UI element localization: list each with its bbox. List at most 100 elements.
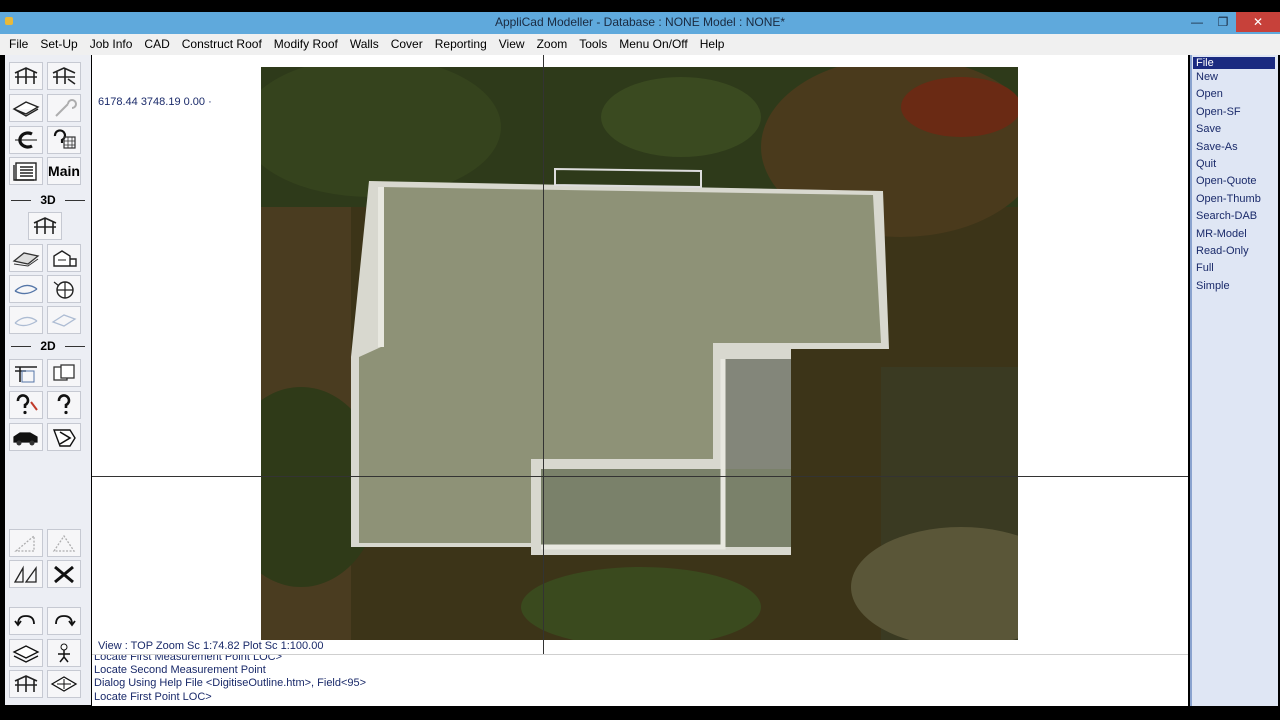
menu-file[interactable]: File bbox=[0, 34, 34, 55]
wrench-tool-button[interactable] bbox=[47, 94, 81, 122]
menu-tools[interactable]: Tools bbox=[573, 34, 613, 55]
question-icon bbox=[16, 394, 38, 415]
window-title: AppliCad Modeller - Database : NONE Mode… bbox=[494, 15, 786, 29]
document-lines-icon bbox=[13, 162, 37, 181]
main-menu-button[interactable]: Main bbox=[47, 157, 81, 185]
drawing-canvas[interactable]: 6178.44 3748.19 0.00 · View : TOP Zoom S… bbox=[92, 55, 1188, 654]
wrench-icon bbox=[55, 99, 77, 117]
command-log-line: Locate First Measurement Point LOC> bbox=[94, 654, 282, 663]
window-controls: — ❐ ✕ bbox=[1184, 12, 1280, 34]
3d-rotate-tool-button[interactable] bbox=[9, 275, 43, 303]
2d-copy-tool-button[interactable] bbox=[47, 359, 81, 387]
side-menu-read-only[interactable]: Read-Only bbox=[1192, 243, 1278, 260]
3d-frame-tool-button[interactable] bbox=[28, 212, 62, 240]
dim-tool-button-4[interactable] bbox=[47, 560, 81, 588]
2d-car-tool-button[interactable] bbox=[9, 423, 43, 451]
side-menu-save[interactable]: Save bbox=[1192, 121, 1278, 138]
menu-setup[interactable]: Set-Up bbox=[34, 34, 83, 55]
2d-frame-tool-button[interactable] bbox=[9, 359, 43, 387]
crosshair-horizontal bbox=[92, 476, 1188, 477]
menu-view[interactable]: View bbox=[493, 34, 531, 55]
side-menu-save-as[interactable]: Save-As bbox=[1192, 139, 1278, 156]
redo-button[interactable] bbox=[47, 607, 81, 635]
aerial-roof-photo bbox=[261, 67, 1018, 640]
dim-tool-button-3[interactable] bbox=[9, 560, 43, 588]
side-menu-new[interactable]: New bbox=[1192, 69, 1278, 86]
roof-edit-icon bbox=[52, 67, 76, 85]
roof-frame-tool-button[interactable] bbox=[9, 62, 43, 90]
plane-tool-button[interactable] bbox=[9, 94, 43, 122]
section-2d-label: 2D bbox=[9, 339, 87, 353]
dim-tool-button-1[interactable] bbox=[9, 529, 43, 557]
3d-plane-icon bbox=[12, 252, 40, 267]
side-menu-mr-model[interactable]: MR-Model bbox=[1192, 226, 1278, 243]
menu-zoom[interactable]: Zoom bbox=[531, 34, 574, 55]
dimension-icon bbox=[14, 534, 35, 552]
menu-on-off[interactable]: Menu On/Off bbox=[613, 34, 693, 55]
aerial-roof-image bbox=[261, 67, 1018, 640]
menu-cover[interactable]: Cover bbox=[385, 34, 429, 55]
roof-frame-icon bbox=[14, 67, 38, 84]
command-log-line: Locate First Point LOC> bbox=[94, 690, 212, 703]
redo-icon bbox=[55, 615, 76, 627]
cross-tool-icon bbox=[54, 565, 74, 584]
dim-tool-button-2[interactable] bbox=[47, 529, 81, 557]
3d-frame-icon bbox=[33, 217, 57, 234]
3d-curve-icon bbox=[14, 316, 38, 327]
side-menu-file[interactable]: File bbox=[1193, 57, 1275, 69]
side-menu: File New Open Open-SF Save Save-As Quit … bbox=[1190, 55, 1278, 706]
command-log-line: Locate Second Measurement Point bbox=[94, 664, 266, 677]
undo-button[interactable] bbox=[9, 607, 43, 635]
side-menu-full[interactable]: Full bbox=[1192, 260, 1278, 277]
figure-tool-button[interactable] bbox=[47, 639, 81, 667]
command-log-line: Dialog Using Help File <DigitiseOutline.… bbox=[94, 677, 367, 690]
side-menu-simple[interactable]: Simple bbox=[1192, 278, 1278, 295]
layer-tool-button[interactable] bbox=[9, 639, 43, 667]
minimize-button[interactable]: — bbox=[1184, 12, 1210, 32]
menu-bar: File Set-Up Job Info CAD Construct Roof … bbox=[0, 34, 1280, 55]
roof-view-tool-button[interactable] bbox=[47, 670, 81, 698]
cover-tool-button[interactable] bbox=[9, 126, 43, 154]
title-bar: AppliCad Modeller - Database : NONE Mode… bbox=[0, 12, 1280, 34]
2d-flag-tool-button[interactable] bbox=[47, 423, 81, 451]
side-menu-open[interactable]: Open bbox=[1192, 86, 1278, 103]
side-menu-open-thumb[interactable]: Open-Thumb bbox=[1192, 191, 1278, 208]
dimension-icon-2 bbox=[52, 534, 76, 552]
2d-help-tool-button[interactable] bbox=[47, 391, 81, 419]
close-button[interactable]: ✕ bbox=[1236, 12, 1280, 32]
menu-cad[interactable]: CAD bbox=[138, 34, 175, 55]
flag-icon bbox=[52, 429, 76, 447]
help-hint-tool-button[interactable] bbox=[47, 126, 81, 154]
3d-surface-tool-button[interactable] bbox=[47, 306, 81, 334]
3d-building-tool-button[interactable] bbox=[47, 244, 81, 272]
side-menu-open-sf[interactable]: Open-SF bbox=[1192, 104, 1278, 121]
3d-surface-icon bbox=[51, 314, 77, 327]
2d-query-tool-button[interactable] bbox=[9, 391, 43, 419]
menu-modify-roof[interactable]: Modify Roof bbox=[268, 34, 344, 55]
main-button-label: Main bbox=[48, 163, 80, 179]
side-menu-quit[interactable]: Quit bbox=[1192, 156, 1278, 173]
3d-plane-tool-button[interactable] bbox=[9, 244, 43, 272]
triangles-icon bbox=[13, 565, 37, 583]
menu-walls[interactable]: Walls bbox=[344, 34, 385, 55]
menu-construct-roof[interactable]: Construct Roof bbox=[176, 34, 268, 55]
roof-edit-tool-button[interactable] bbox=[47, 62, 81, 90]
section-3d-label: 3D bbox=[9, 193, 87, 207]
undo-icon bbox=[14, 615, 35, 627]
crosshair-vertical bbox=[543, 55, 544, 654]
side-menu-search-dab[interactable]: Search-DAB bbox=[1192, 208, 1278, 225]
3d-orbit-tool-button[interactable] bbox=[47, 275, 81, 303]
2d-frame-icon bbox=[15, 366, 37, 383]
screen-bottom-edge bbox=[0, 706, 1280, 720]
3d-curve-tool-button[interactable] bbox=[9, 306, 43, 334]
command-log: Locate First Measurement Point LOC> Loca… bbox=[92, 654, 1188, 707]
question-pattern-icon bbox=[53, 129, 76, 149]
roof-frame-tool-button-2[interactable] bbox=[9, 670, 43, 698]
menu-reporting[interactable]: Reporting bbox=[429, 34, 493, 55]
menu-job-info[interactable]: Job Info bbox=[84, 34, 139, 55]
3d-building-icon bbox=[53, 250, 77, 267]
side-menu-open-quote[interactable]: Open-Quote bbox=[1192, 173, 1278, 190]
maximize-button[interactable]: ❐ bbox=[1210, 12, 1236, 32]
menu-help[interactable]: Help bbox=[694, 34, 731, 55]
report-tool-button[interactable] bbox=[9, 157, 43, 185]
